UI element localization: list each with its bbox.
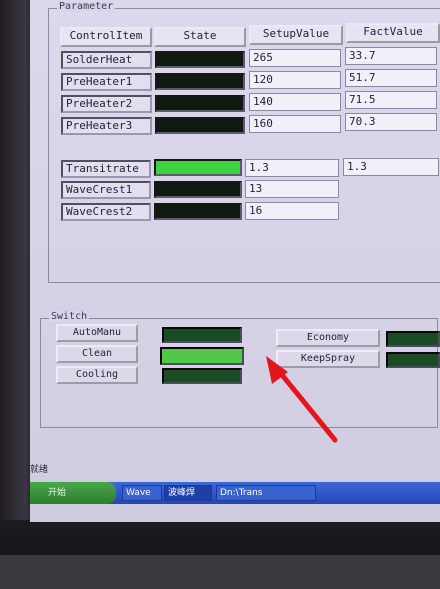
taskbar: 开始 Wave 波峰焊 Dn:\Trans [30, 482, 440, 504]
start-button[interactable]: 开始 [30, 482, 116, 504]
status-bar-text: 就绪 [30, 465, 49, 475]
taskbar-item-wave[interactable]: Wave [122, 485, 162, 501]
start-button-label: 开始 [48, 488, 67, 498]
taskbar-item-trans[interactable]: Dn:\Trans [216, 485, 316, 501]
taskbar-item-wave-solder[interactable]: 波峰焊 [164, 485, 212, 501]
